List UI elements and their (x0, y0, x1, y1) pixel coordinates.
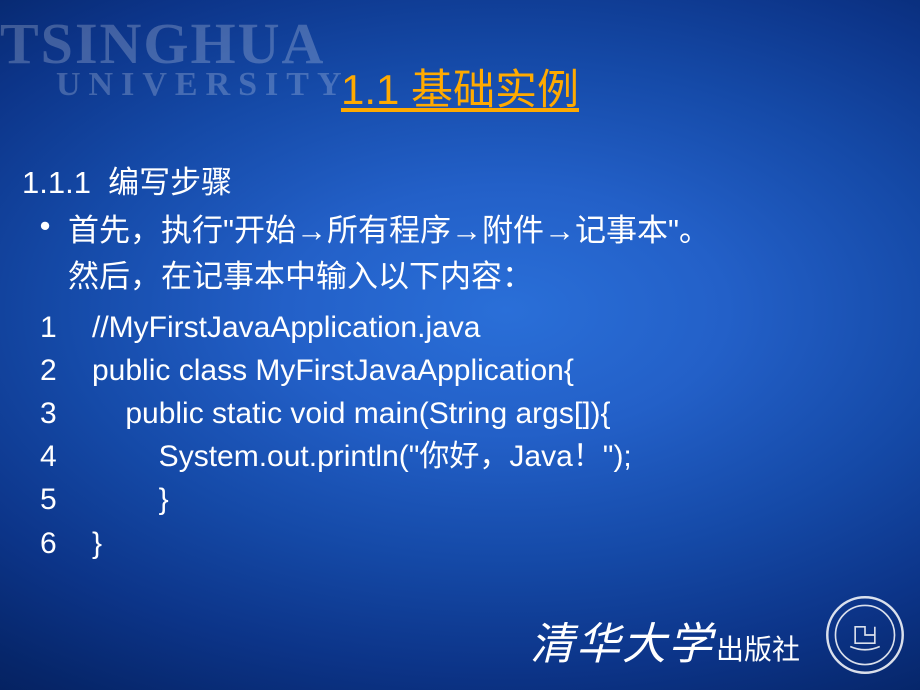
slide: TSINGHUA UNIVERSITY 1.1 基础实例 1.1.1 编写步骤 … (0, 0, 920, 690)
code-text: } (92, 483, 169, 516)
subheading: 1.1.1 编写步骤 (22, 160, 898, 206)
code-lineno: 3 (40, 392, 92, 435)
code-line: 5 } (40, 478, 898, 521)
code-line: 2public class MyFirstJavaApplication{ (40, 349, 898, 392)
code-line: 4 System.out.println("你好，Java！"); (40, 435, 898, 478)
bullet-spacer (22, 254, 68, 300)
bullet-icon: • (22, 208, 68, 254)
code-line: 6} (40, 522, 898, 565)
code-lineno: 5 (40, 478, 92, 521)
code-text: //MyFirstJavaApplication.java (92, 311, 480, 344)
code-text: public static void main(String args[]){ (92, 397, 611, 430)
slide-body: 1.1.1 编写步骤 • 首先，执行"开始→所有程序→附件→记事本"。 然后，在… (22, 160, 898, 565)
university-seal-icon (824, 594, 906, 676)
code-text: public class MyFirstJavaApplication{ (92, 354, 574, 387)
code-lineno: 4 (40, 435, 92, 478)
footer-publisher: 清华大学 出版社 (530, 608, 800, 672)
code-line: 1//MyFirstJavaApplication.java (40, 306, 898, 349)
slide-title: 1.1 基础实例 (0, 56, 920, 117)
code-lineno: 6 (40, 522, 92, 565)
footer-press: 出版社 (716, 628, 800, 668)
footer-university-name: 清华大学 (530, 608, 714, 672)
code-lineno: 1 (40, 306, 92, 349)
code-block: 1//MyFirstJavaApplication.java 2public c… (40, 306, 898, 565)
code-line: 3 public static void main(String args[])… (40, 392, 898, 435)
bullet-line-2: 然后，在记事本中输入以下内容： (22, 254, 898, 300)
bullet-text-1: 首先，执行"开始→所有程序→附件→记事本"。 (68, 208, 710, 254)
code-text: System.out.println("你好，Java！"); (92, 440, 632, 473)
code-text: } (92, 527, 102, 560)
bullet-line-1: • 首先，执行"开始→所有程序→附件→记事本"。 (22, 208, 898, 254)
code-lineno: 2 (40, 349, 92, 392)
bullet-text-2: 然后，在记事本中输入以下内容： (68, 254, 533, 300)
